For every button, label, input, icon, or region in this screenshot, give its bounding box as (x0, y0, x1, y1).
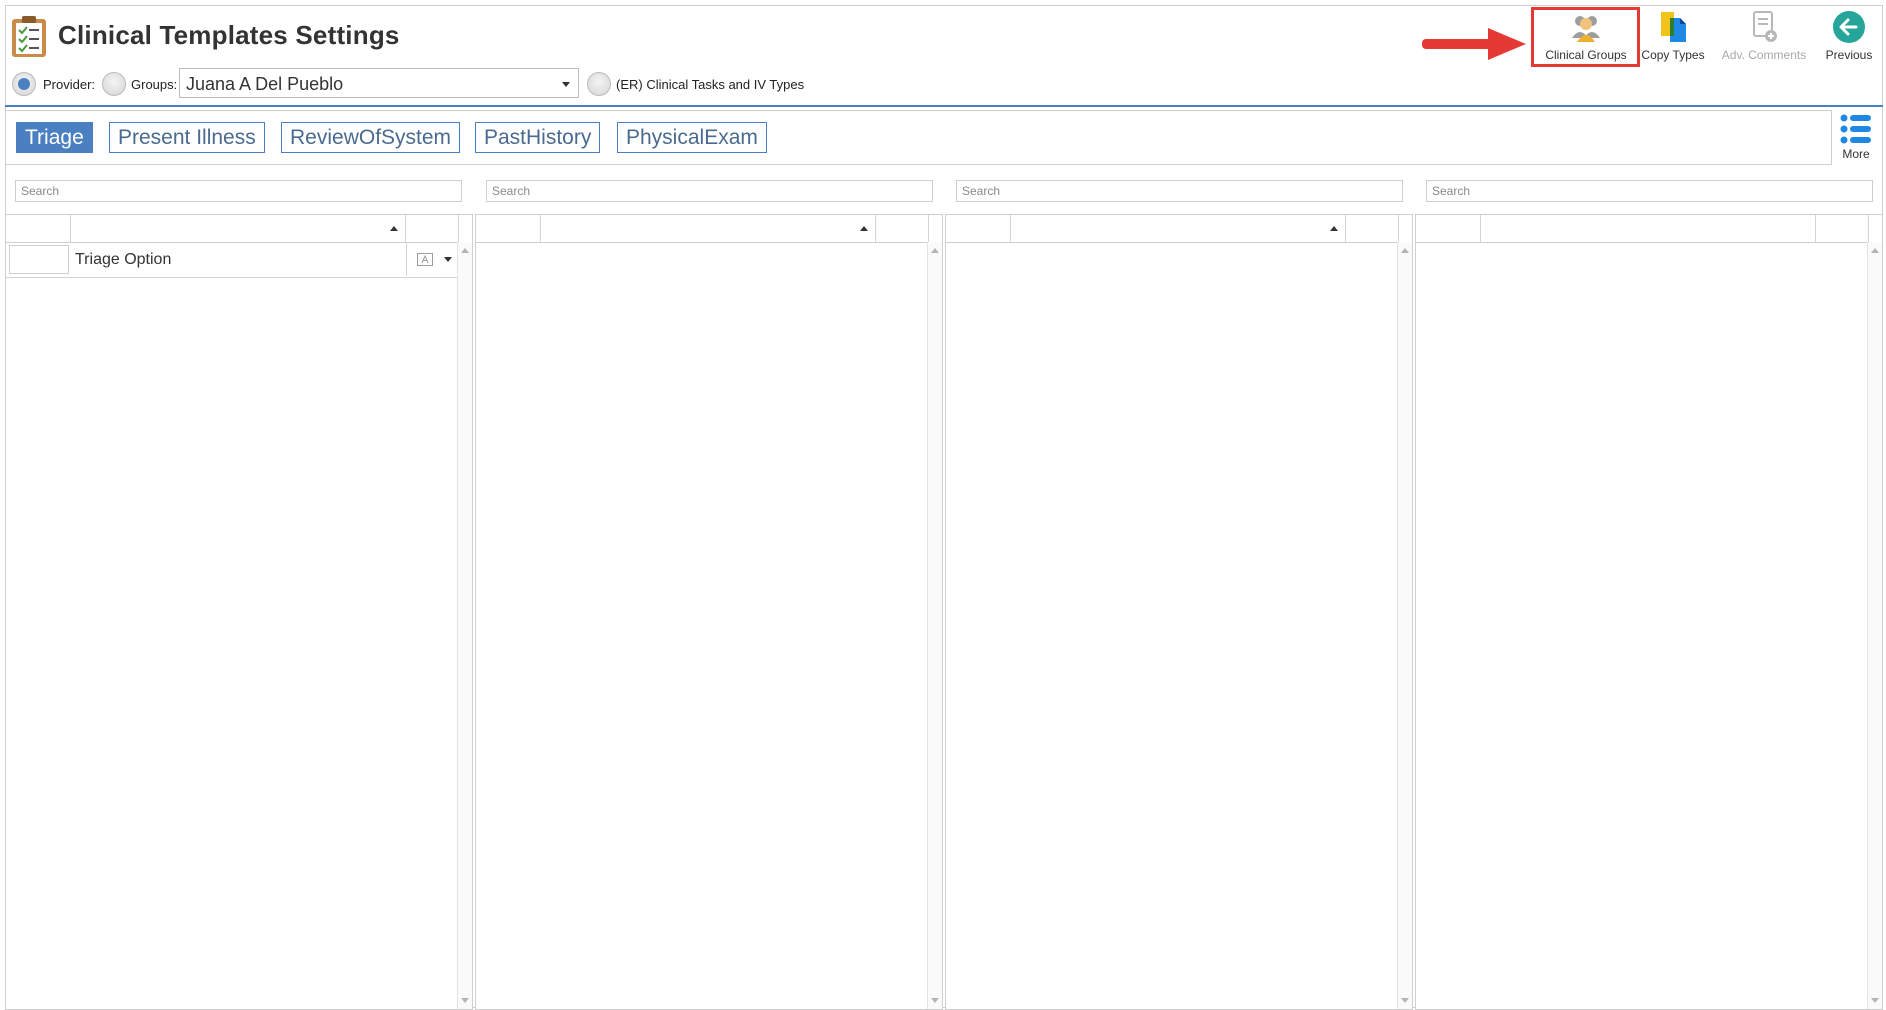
copy-types-label: Copy Types (1641, 48, 1705, 62)
list-menu-icon (1840, 114, 1871, 144)
grid-header (476, 215, 942, 243)
grid-header (1416, 215, 1882, 243)
search-input-3[interactable] (956, 180, 1403, 202)
grid-4 (1415, 214, 1883, 1010)
column-separator[interactable] (928, 215, 929, 242)
table-row[interactable]: Triage Option (6, 243, 459, 278)
column-separator[interactable] (1345, 215, 1346, 242)
scroll-down-icon[interactable] (931, 998, 939, 1003)
vertical-scrollbar[interactable] (1867, 242, 1882, 1009)
group-select[interactable]: Juana A Del Pueblo (179, 68, 579, 98)
er-clinical-tasks-label: (ER) Clinical Tasks and IV Types (616, 77, 805, 92)
previous-label: Previous (1825, 48, 1873, 62)
sort-ascending-icon[interactable] (390, 226, 398, 231)
red-arrow-icon (1422, 28, 1526, 60)
row-type-select[interactable] (406, 243, 459, 276)
clipboard-checklist-icon (12, 16, 46, 57)
scroll-up-icon[interactable] (1871, 248, 1879, 253)
column-separator[interactable] (458, 215, 459, 242)
chevron-down-icon[interactable] (562, 82, 570, 87)
grid-1: Triage Option (5, 214, 473, 1010)
tab-present-illness[interactable]: Present Illness (109, 122, 265, 153)
tab-physical-exam[interactable]: PhysicalExam (617, 122, 767, 153)
adv-comments-label: Adv. Comments (1721, 48, 1807, 62)
vertical-scrollbar[interactable] (927, 242, 942, 1009)
tab-review-of-system[interactable]: ReviewOfSystem (281, 122, 461, 153)
column-separator[interactable] (1868, 215, 1869, 242)
more-label: More (1842, 147, 1870, 161)
column-separator[interactable] (875, 215, 876, 242)
vertical-scrollbar[interactable] (1397, 242, 1412, 1009)
grid-3 (945, 214, 1413, 1010)
search-input-1[interactable] (15, 180, 462, 202)
scroll-up-icon[interactable] (931, 248, 939, 253)
header-divider (5, 105, 1883, 107)
text-field-icon (417, 253, 433, 266)
row-select-cell[interactable] (9, 245, 69, 274)
provider-radio[interactable] (12, 72, 36, 96)
groups-label: Groups: (131, 77, 178, 92)
clinical-groups-label: Clinical Groups (1545, 48, 1627, 62)
copy-types-button[interactable]: Copy Types (1638, 8, 1708, 66)
previous-button[interactable]: Previous (1816, 8, 1882, 66)
column-separator[interactable] (1815, 215, 1816, 242)
tab-past-history[interactable]: PastHistory (475, 122, 601, 153)
scroll-up-icon[interactable] (461, 248, 469, 253)
column-separator[interactable] (540, 215, 541, 242)
column-separator[interactable] (1010, 215, 1011, 242)
page-title: Clinical Templates Settings (58, 20, 400, 50)
column-separator[interactable] (1398, 215, 1399, 242)
scroll-up-icon[interactable] (1401, 248, 1409, 253)
column-separator[interactable] (405, 215, 406, 242)
column-separator[interactable] (70, 215, 71, 242)
chevron-down-icon[interactable] (444, 257, 452, 262)
search-input-2[interactable] (486, 180, 933, 202)
clinical-groups-button[interactable]: Clinical Groups (1536, 8, 1636, 66)
groups-radio[interactable] (102, 72, 126, 96)
row-label: Triage Option (75, 251, 172, 268)
more-button[interactable]: More (1838, 113, 1874, 165)
search-input-4[interactable] (1426, 180, 1873, 202)
people-group-icon (1572, 16, 1600, 42)
vertical-scrollbar[interactable] (457, 242, 472, 1009)
provider-label: Provider: (43, 77, 96, 92)
copy-document-icon (1661, 12, 1686, 42)
tab-triage[interactable]: Triage (16, 122, 93, 153)
scroll-down-icon[interactable] (1401, 998, 1409, 1003)
arrow-left-circle-icon (1833, 11, 1865, 43)
grid-header (946, 215, 1412, 243)
sort-ascending-icon[interactable] (860, 226, 868, 231)
adv-comments-button[interactable]: Adv. Comments (1718, 8, 1810, 66)
grid-header (6, 215, 472, 243)
sort-ascending-icon[interactable] (1330, 226, 1338, 231)
scroll-down-icon[interactable] (1871, 998, 1879, 1003)
tab-strip: Triage Present Illness ReviewOfSystem Pa… (5, 110, 1832, 165)
grid-2 (475, 214, 943, 1010)
column-separator[interactable] (1480, 215, 1481, 242)
add-comment-document-icon (1753, 11, 1777, 42)
er-clinical-tasks-radio[interactable] (587, 72, 611, 96)
group-select-value: Juana A Del Pueblo (186, 74, 344, 94)
scroll-down-icon[interactable] (461, 998, 469, 1003)
